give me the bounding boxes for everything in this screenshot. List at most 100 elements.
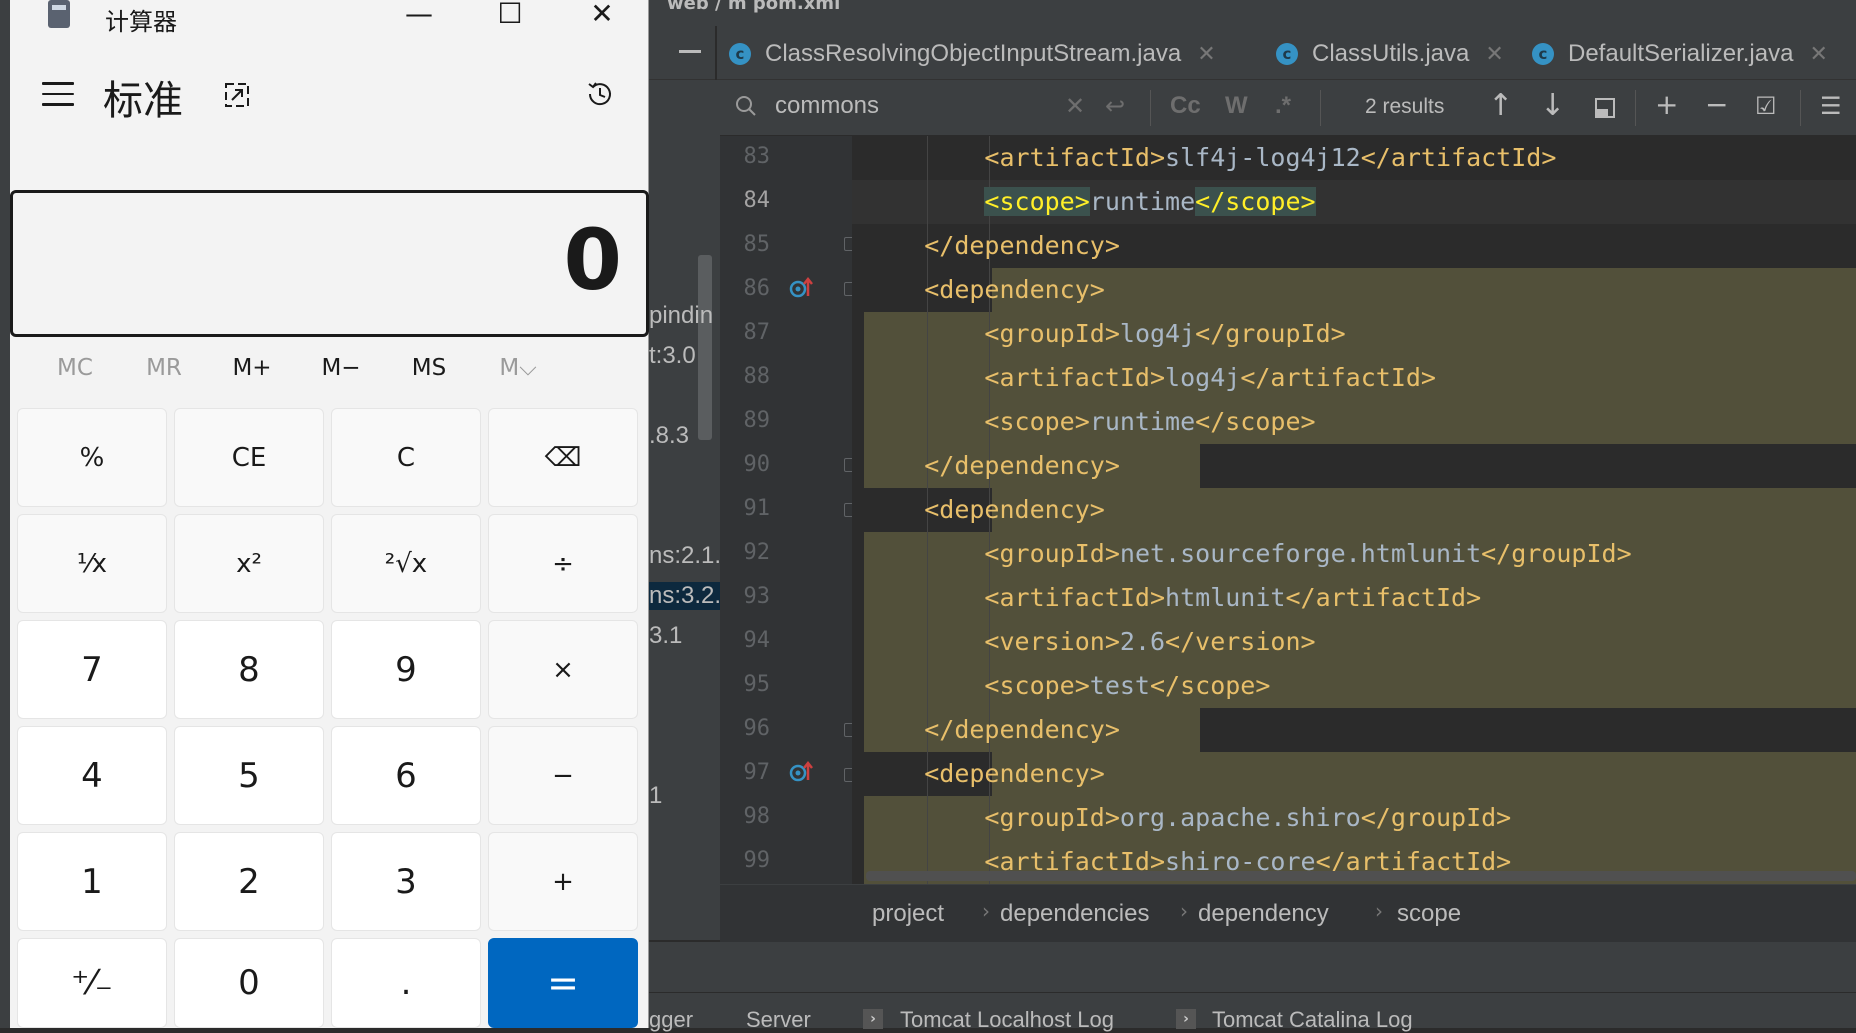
new-line-icon[interactable]: ↩ xyxy=(1105,92,1125,121)
tab-debugger[interactable]: gger xyxy=(649,1007,693,1033)
code-line[interactable]: <artifactId>slf4j-log4j12</artifactId> xyxy=(864,136,1556,180)
percent-button[interactable]: % xyxy=(17,408,167,507)
add-occurrence-icon[interactable]: + xyxy=(1655,88,1678,121)
code-line[interactable]: <scope>test</scope> xyxy=(864,664,1270,708)
negate-button[interactable]: ⁺⁄₋ xyxy=(17,938,167,1028)
xml-close-tag: </scope> xyxy=(1150,671,1271,700)
clear-entry-button[interactable]: CE xyxy=(174,408,324,507)
close-button[interactable]: ✕ xyxy=(582,0,622,30)
select-all-occurrences-icon[interactable]: ☑ xyxy=(1755,92,1777,120)
digit-6-button[interactable]: 6 xyxy=(331,726,481,825)
search-input[interactable]: commons xyxy=(775,92,879,120)
minimize-button[interactable]: — xyxy=(399,0,439,30)
line-number: 96 xyxy=(743,716,771,741)
memory-button-3[interactable]: M− xyxy=(296,355,386,381)
tab-classresolvingobjectinputstream[interactable]: c ClassResolvingObjectInputStream.java ✕ xyxy=(729,34,1216,74)
line-number: 88 xyxy=(743,364,771,389)
code-line[interactable]: <scope>runtime</scope> xyxy=(864,400,1315,444)
selection-highlight xyxy=(992,488,1856,532)
code-line[interactable]: <artifactId>log4j</artifactId> xyxy=(864,356,1436,400)
project-tree-fragment: 3.1 xyxy=(649,622,683,649)
previous-occurrence-icon[interactable]: ↑ xyxy=(1488,88,1513,123)
decimal-button[interactable]: . xyxy=(331,938,481,1028)
search-icon[interactable] xyxy=(734,94,758,118)
tab-server[interactable]: Server xyxy=(746,1007,811,1033)
digit-4-button[interactable]: 4 xyxy=(17,726,167,825)
code-line[interactable]: </dependency> xyxy=(864,708,1120,752)
code-line[interactable]: <dependency> xyxy=(864,268,1105,312)
xml-open-tag: <artifactId> xyxy=(984,363,1166,392)
multiply-button[interactable]: × xyxy=(488,620,638,719)
subtract-button[interactable]: − xyxy=(488,726,638,825)
digit-1-button[interactable]: 1 xyxy=(17,832,167,931)
match-case-toggle[interactable]: Cc xyxy=(1170,92,1201,120)
horizontal-scrollbar[interactable] xyxy=(866,871,1856,881)
regex-toggle[interactable]: .* xyxy=(1275,92,1291,120)
hamburger-menu-icon[interactable] xyxy=(42,82,74,106)
memory-button-1[interactable]: MR xyxy=(119,355,209,381)
digit-3-button[interactable]: 3 xyxy=(331,832,481,931)
close-tab-icon[interactable]: ✕ xyxy=(1485,41,1503,67)
memory-button-0[interactable]: MC xyxy=(30,355,120,381)
tab-defaultserializer[interactable]: c DefaultSerializer.java ✕ xyxy=(1532,34,1828,74)
square-root-button[interactable]: ²√x xyxy=(331,514,481,613)
code-line[interactable]: </dependency> xyxy=(864,444,1120,488)
crumb-scope[interactable]: scope xyxy=(1397,900,1461,928)
crumb-project[interactable]: project xyxy=(872,900,944,928)
tab-classutils[interactable]: c ClassUtils.java ✕ xyxy=(1276,34,1504,74)
memory-button-2[interactable]: M+ xyxy=(207,355,297,381)
code-editor[interactable]: <artifactId>slf4j-log4j12</artifactId> <… xyxy=(852,136,1856,884)
memory-button-5[interactable]: M⌵ xyxy=(473,355,563,381)
override-marker-icon[interactable] xyxy=(789,760,815,784)
digit-7-button[interactable]: 7 xyxy=(17,620,167,719)
divide-button[interactable]: ÷ xyxy=(488,514,638,613)
words-toggle[interactable]: W xyxy=(1225,92,1248,120)
close-tab-icon[interactable]: ✕ xyxy=(1809,41,1827,67)
tab-tomcat-localhost-log[interactable]: Tomcat Localhost Log xyxy=(900,1007,1114,1033)
code-line[interactable]: <scope>runtime</scope> xyxy=(864,180,1316,224)
memory-button-4[interactable]: MS xyxy=(384,355,474,381)
filter-icon[interactable]: ☰ xyxy=(1820,92,1842,120)
toolbar-divider xyxy=(1150,90,1151,126)
code-line[interactable]: <dependency> xyxy=(864,488,1105,532)
backspace-button[interactable]: ⌫ xyxy=(488,408,638,507)
code-line[interactable]: </dependency> xyxy=(864,224,1120,268)
tab-tomcat-catalina-log[interactable]: Tomcat Catalina Log xyxy=(1212,1007,1413,1033)
clear-search-icon[interactable]: ✕ xyxy=(1065,92,1085,121)
crumb-dependency[interactable]: dependency xyxy=(1198,900,1329,928)
xml-text: test xyxy=(1089,671,1150,700)
digit-5-button[interactable]: 5 xyxy=(174,726,324,825)
project-scrollbar[interactable] xyxy=(698,255,712,440)
digit-8-button[interactable]: 8 xyxy=(174,620,324,719)
maximize-button[interactable]: ☐ xyxy=(490,0,530,30)
equals-button[interactable]: = xyxy=(488,938,638,1028)
open-in-window-icon[interactable] xyxy=(1593,96,1617,120)
code-line[interactable]: <dependency> xyxy=(864,752,1105,796)
digit-0-button[interactable]: 0 xyxy=(174,938,324,1028)
xml-close-tag: </artifactId> xyxy=(1285,583,1482,612)
keep-on-top-icon[interactable] xyxy=(222,80,252,110)
history-icon[interactable] xyxy=(584,78,616,110)
clear-button[interactable]: C xyxy=(331,408,481,507)
reciprocal-button[interactable]: ¹⁄x xyxy=(17,514,167,613)
next-occurrence-icon[interactable]: ↓ xyxy=(1540,88,1565,123)
line-number: 95 xyxy=(743,672,771,697)
override-marker-icon[interactable] xyxy=(789,276,815,300)
square-button[interactable]: x² xyxy=(174,514,324,613)
line-number: 93 xyxy=(743,584,771,609)
remove-occurrence-icon[interactable]: − xyxy=(1705,88,1728,121)
toolbar-divider xyxy=(1320,90,1321,126)
code-line[interactable]: <groupId>org.apache.shiro</groupId> xyxy=(864,796,1511,840)
xml-open-tag: <groupId> xyxy=(984,539,1120,568)
code-line[interactable]: <version>2.6</version> xyxy=(864,620,1315,664)
code-line[interactable]: <groupId>net.sourceforge.htmlunit</group… xyxy=(864,532,1631,576)
digit-2-button[interactable]: 2 xyxy=(174,832,324,931)
digit-9-button[interactable]: 9 xyxy=(331,620,481,719)
code-line[interactable]: <artifactId>htmlunit</artifactId> xyxy=(864,576,1481,620)
xml-text: log4j xyxy=(1165,363,1241,392)
close-tab-icon[interactable]: ✕ xyxy=(1197,41,1215,67)
collapse-minus-icon[interactable] xyxy=(679,50,701,53)
add-button[interactable]: + xyxy=(488,832,638,931)
code-line[interactable]: <groupId>log4j</groupId> xyxy=(864,312,1345,356)
crumb-dependencies[interactable]: dependencies xyxy=(1000,900,1149,928)
